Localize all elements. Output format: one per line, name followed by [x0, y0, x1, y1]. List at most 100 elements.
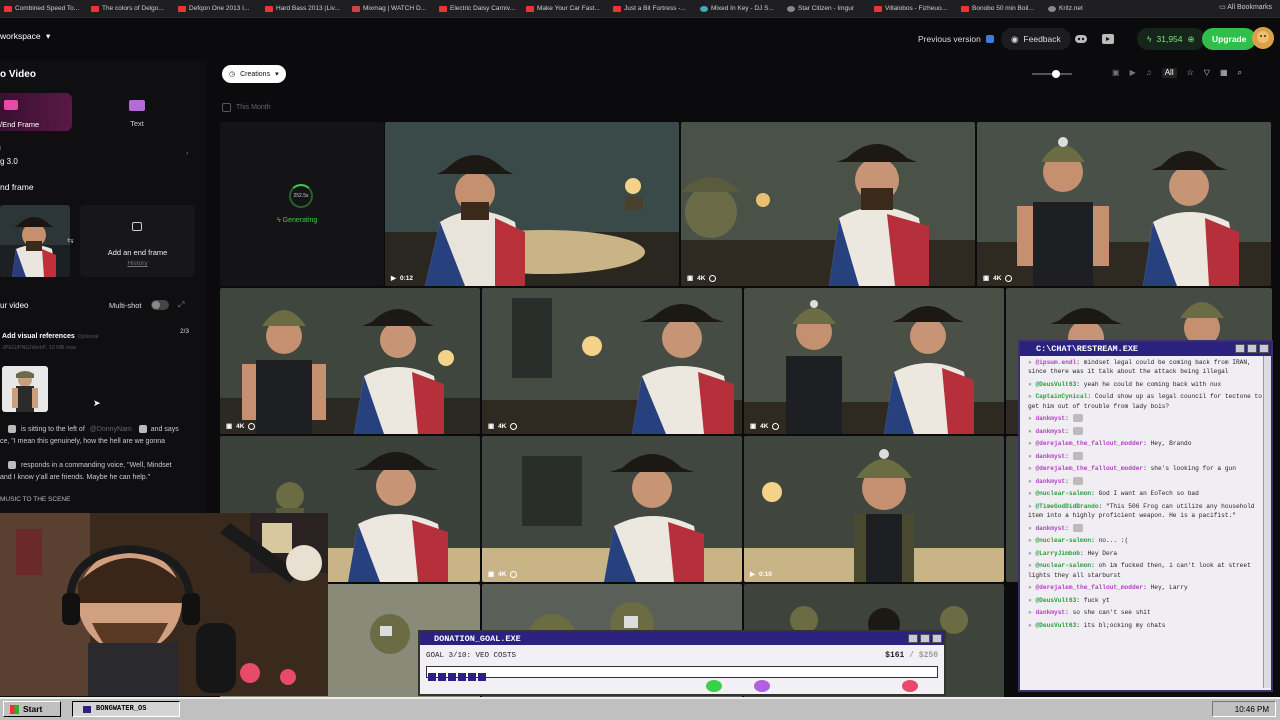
previous-version-button[interactable]: Previous version: [908, 28, 1004, 50]
taskbar-window-button[interactable]: BONGWATER_OS: [72, 701, 180, 717]
visual-reference-thumbnail[interactable]: [2, 366, 48, 412]
star-icon[interactable]: ☆: [1187, 68, 1194, 78]
bookmark-item[interactable]: Electric Daisy Carniv...: [439, 5, 526, 12]
avatar[interactable]: [1252, 27, 1274, 49]
all-bookmarks-button[interactable]: ▭ All Bookmarks: [1219, 3, 1272, 11]
model-selector[interactable]: l g 3.0 ›: [0, 145, 200, 171]
chat-text: God I want an EoTech so bad: [1098, 490, 1199, 497]
youtube-icon: [178, 5, 186, 12]
refs-count: 2/3: [180, 328, 190, 335]
add-end-frame-dropzone[interactable]: Add an end frame History: [80, 205, 195, 277]
credits-badge[interactable]: ϟ 31,954 ⊕: [1137, 28, 1205, 50]
g-logo-icon: [248, 422, 256, 430]
chat-username: dankmyst: [1035, 452, 1066, 460]
multi-shot-label: Multi-shot: [109, 301, 142, 310]
chat-message: ● @derejalem_the_fallout_modder: Hey, La…: [1028, 584, 1188, 591]
maximize-icon[interactable]: [1247, 344, 1257, 353]
bookmark-item[interactable]: Kritz.net: [1048, 5, 1135, 12]
select-month-checkbox[interactable]: [222, 103, 231, 112]
audio-filter-icon[interactable]: ♫: [1146, 68, 1152, 78]
video-filter-icon[interactable]: ▶: [1130, 68, 1136, 78]
minimize-icon[interactable]: [908, 634, 918, 643]
system-clock[interactable]: 10:46 PM: [1212, 701, 1276, 717]
donation-window-title: DONATION_GOAL.EXE: [420, 632, 944, 645]
donation-goal-label: GOAL 3/10: VEO COSTS: [426, 652, 517, 660]
emote-icon: [1072, 426, 1083, 435]
prompt-text[interactable]: is sitting to the left of @DonnyNam and …: [0, 424, 205, 506]
video-thumbnail[interactable]: ▶ 0:12: [385, 122, 679, 286]
chat-username: @DeusVult63: [1035, 596, 1077, 604]
bookmark-item[interactable]: The colors of Delgo...: [91, 5, 178, 12]
generating-card[interactable]: 252.5s ϟ Generating: [220, 122, 384, 286]
chat-username: @nuclear-salmon: [1035, 490, 1092, 497]
emote-icon: [1072, 451, 1083, 460]
chevron-down-icon: ▾: [46, 31, 51, 41]
chat-message: ● dankmyst:: [1020, 522, 1271, 535]
chat-username: @derejalem_the_fallout_modder: [1035, 584, 1144, 591]
multi-shot-toggle[interactable]: [151, 300, 169, 310]
close-icon[interactable]: [1259, 344, 1269, 353]
chat-username: @TimeGodDidBrando: [1035, 502, 1099, 510]
bookmark-item[interactable]: Combined Speed To...: [4, 5, 91, 12]
search-icon[interactable]: ⌕: [1238, 68, 1242, 78]
bookmark-item[interactable]: Defqon One 2013 I...: [178, 5, 265, 12]
image-thumbnail[interactable]: ▣ 4K: [681, 122, 975, 286]
chat-bubble-icon: ◉: [1011, 33, 1019, 44]
resolution-badge: ▣ 4K: [488, 570, 518, 578]
maximize-icon[interactable]: [920, 634, 930, 643]
tab-all[interactable]: All: [1161, 68, 1177, 78]
chat-scrollbar[interactable]: [1263, 356, 1271, 688]
bookmark-item[interactable]: Villalobos - Fizheuo...: [874, 5, 961, 12]
chat-message: ● @nuclear-salmon: oh im fucked then, i …: [1028, 562, 1251, 579]
chat-message: ● @DeusVult63: fuck yt: [1028, 596, 1110, 604]
image-thumbnail[interactable]: ▣ 4K: [744, 288, 1004, 434]
filter-icon[interactable]: ▽: [1204, 68, 1210, 78]
chat-messages: ● @ipsum.endl: mindset legal could be co…: [1020, 356, 1271, 632]
youtube-icon: [874, 5, 882, 12]
frog-icon: [706, 680, 722, 692]
tab-text[interactable]: Text: [120, 98, 154, 130]
image-thumbnail[interactable]: ▣ 4K: [977, 122, 1271, 286]
start-frame-thumbnail[interactable]: [0, 205, 70, 277]
video-thumbnail[interactable]: ▶ 0:10: [744, 436, 1004, 582]
grid-icon[interactable]: ▦: [1220, 68, 1228, 78]
image-thumbnail[interactable]: ▣ 4K: [220, 288, 480, 434]
youtube-icon: [265, 5, 273, 12]
chat-text: yeah he could be coming back with nux: [1083, 380, 1222, 388]
expand-icon[interactable]: ⤢: [178, 300, 184, 310]
discord-icon[interactable]: [1074, 32, 1088, 44]
upgrade-button[interactable]: Upgrade: [1202, 28, 1257, 50]
workspace-selector[interactable]: workspace ▾: [0, 31, 50, 42]
image-filter-icon[interactable]: ▣: [1112, 68, 1120, 78]
bookmark-item[interactable]: Just a Bit Fortress -...: [613, 5, 700, 12]
chat-username: @DeusVult63: [1035, 621, 1077, 629]
g-logo-icon: [510, 570, 518, 578]
emote-icon: [1072, 414, 1083, 423]
image-thumbnail[interactable]: ▣ 4K: [482, 288, 742, 434]
chat-username: @ipsum.endl: [1035, 358, 1077, 366]
mention-avatar-icon: [138, 425, 147, 434]
bookmark-item[interactable]: Make Your Car Fast...: [526, 5, 613, 12]
generating-time: 252.5s: [293, 193, 309, 199]
image-thumbnail[interactable]: ▣ 4K: [482, 436, 742, 582]
history-link[interactable]: History: [80, 260, 195, 267]
duration-badge: ▶ 0:10: [750, 570, 773, 579]
frog-icon: [754, 680, 770, 692]
bookmark-item[interactable]: Hard Bass 2013 (Liv...: [265, 5, 352, 12]
close-icon[interactable]: [932, 634, 942, 643]
zoom-slider[interactable]: [1032, 70, 1072, 78]
chat-message: ● CaptainCynical: Could show up as legal…: [1028, 393, 1262, 410]
history-icon: ◷: [229, 71, 236, 78]
swap-icon[interactable]: ⇆: [67, 236, 74, 245]
creations-filter[interactable]: ◷ Creations ▾: [222, 65, 286, 83]
video-icon[interactable]: [1101, 32, 1115, 44]
start-button[interactable]: Start: [3, 701, 61, 717]
tab-start-end-frame[interactable]: /End Frame: [0, 93, 72, 131]
feedback-button[interactable]: ◉ Feedback: [1001, 28, 1071, 50]
bookmark-item[interactable]: Bonobo 50 min Boil...: [961, 5, 1048, 12]
bookmark-item[interactable]: Mixed In Key - DJ S...: [700, 5, 787, 12]
bookmark-item[interactable]: Star Citizen - Imgur: [787, 5, 874, 12]
bookmark-item[interactable]: Mixmag | WATCH D...: [352, 5, 439, 12]
minimize-icon[interactable]: [1235, 344, 1245, 353]
window-controls: [1235, 344, 1269, 353]
